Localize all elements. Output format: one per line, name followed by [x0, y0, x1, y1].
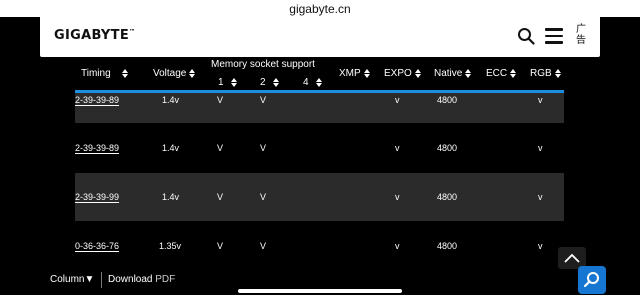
col-rgb-label: RGB: [530, 68, 552, 79]
col-xmp[interactable]: XMP: [339, 68, 370, 79]
col-memory-socket: Memory socket support: [211, 59, 315, 70]
table-row: 2-39-39-89 1.4v V V v 4800 v: [75, 133, 564, 163]
cell-voltage: 1.4v: [162, 95, 180, 105]
col-native[interactable]: Native: [434, 68, 472, 79]
col-native-label: Native: [434, 68, 463, 79]
cell-timing[interactable]: 2-39-39-99: [75, 192, 119, 202]
cell-socket-1: V: [217, 192, 224, 202]
col-rgb[interactable]: RGB: [530, 68, 561, 79]
site-header: GIGABYTE™ 广告: [40, 17, 600, 57]
col-socket-1-label: 1: [218, 77, 224, 88]
cell-native: 4800: [437, 241, 458, 251]
cell-rgb: v: [538, 95, 543, 105]
col-ecc-label: ECC: [486, 68, 508, 79]
cell-socket-1: V: [217, 95, 224, 105]
col-socket-4[interactable]: 4: [303, 77, 322, 88]
cell-socket-1: V: [217, 143, 224, 153]
col-voltage-label: Voltage: [153, 68, 187, 79]
gigabyte-logo[interactable]: GIGABYTE™: [54, 28, 135, 43]
page: gigabyte.cn GIGABYTE™ 广告 Timing Voltage …: [0, 0, 640, 295]
cell-timing[interactable]: 0-36-36-76: [75, 241, 119, 251]
download-label: Download: [108, 274, 153, 285]
sort-icon[interactable]: [315, 78, 322, 87]
cell-expo: v: [395, 95, 400, 105]
table-row: 2-39-39-89 1.4v V V v 4800 v: [75, 93, 564, 123]
cell-voltage: 1.35v: [159, 241, 182, 251]
browser-url-bar[interactable]: gigabyte.cn: [0, 0, 640, 17]
col-memory-socket-label: Memory socket support: [211, 59, 315, 70]
search-fab-button[interactable]: [578, 266, 606, 294]
cell-socket-2: V: [260, 192, 267, 202]
toolbar-divider: [101, 272, 102, 288]
logo-text: GIGABYTE: [54, 28, 129, 43]
sort-icon[interactable]: [414, 69, 421, 78]
table-row: 2-39-39-99 1.4v V V v 4800 v: [75, 173, 564, 221]
url-text[interactable]: gigabyte.cn: [289, 2, 350, 16]
col-socket-1[interactable]: 1: [218, 77, 237, 88]
cell-native: 4800: [437, 192, 458, 202]
table-header: Timing Voltage Memory socket support 1 2…: [75, 58, 564, 92]
cell-voltage: 1.4v: [162, 143, 180, 153]
sort-icon[interactable]: [363, 69, 370, 78]
col-socket-2-label: 2: [260, 77, 266, 88]
sort-icon[interactable]: [230, 78, 237, 87]
col-socket-2[interactable]: 2: [260, 77, 279, 88]
col-voltage[interactable]: Voltage: [153, 68, 196, 79]
cell-rgb: v: [538, 192, 543, 202]
col-ecc[interactable]: ECC: [486, 68, 517, 79]
col-expo[interactable]: EXPO: [384, 68, 421, 79]
col-socket-4-label: 4: [303, 77, 309, 88]
col-expo-label: EXPO: [384, 68, 412, 79]
cell-expo: v: [395, 241, 400, 251]
cell-timing[interactable]: 2-39-39-89: [75, 95, 119, 105]
cell-expo: v: [395, 192, 400, 202]
cell-native: 4800: [437, 143, 458, 153]
sort-icon[interactable]: [121, 69, 128, 78]
cell-socket-2: V: [260, 241, 267, 251]
sort-icon[interactable]: [189, 69, 196, 78]
cell-timing[interactable]: 2-39-39-89: [75, 143, 119, 153]
cell-rgb: v: [538, 143, 543, 153]
cell-socket-2: V: [260, 95, 267, 105]
download-pdf-button[interactable]: Download PDF: [108, 274, 175, 285]
col-xmp-label: XMP: [339, 68, 361, 79]
ad-label: 广告: [576, 24, 586, 46]
search-icon: [583, 272, 599, 288]
col-timing[interactable]: Timing: [81, 68, 128, 79]
column-button[interactable]: Column▼: [50, 274, 94, 285]
hamburger-menu-icon[interactable]: [545, 28, 563, 44]
sort-icon[interactable]: [272, 78, 279, 87]
home-indicator: [238, 289, 402, 293]
download-format: PDF: [155, 274, 176, 285]
table-row: 0-36-36-76 1.35v V V v 4800 v: [75, 231, 564, 261]
cell-native: 4800: [437, 95, 458, 105]
sort-icon[interactable]: [465, 69, 472, 78]
cell-expo: v: [395, 143, 400, 153]
sort-icon[interactable]: [554, 69, 561, 78]
col-timing-label: Timing: [81, 68, 111, 79]
search-icon[interactable]: [517, 27, 535, 45]
cell-socket-1: V: [217, 241, 224, 251]
cell-socket-2: V: [260, 143, 267, 153]
cell-voltage: 1.4v: [162, 192, 180, 202]
sort-icon[interactable]: [510, 69, 517, 78]
cell-rgb: v: [538, 241, 543, 251]
